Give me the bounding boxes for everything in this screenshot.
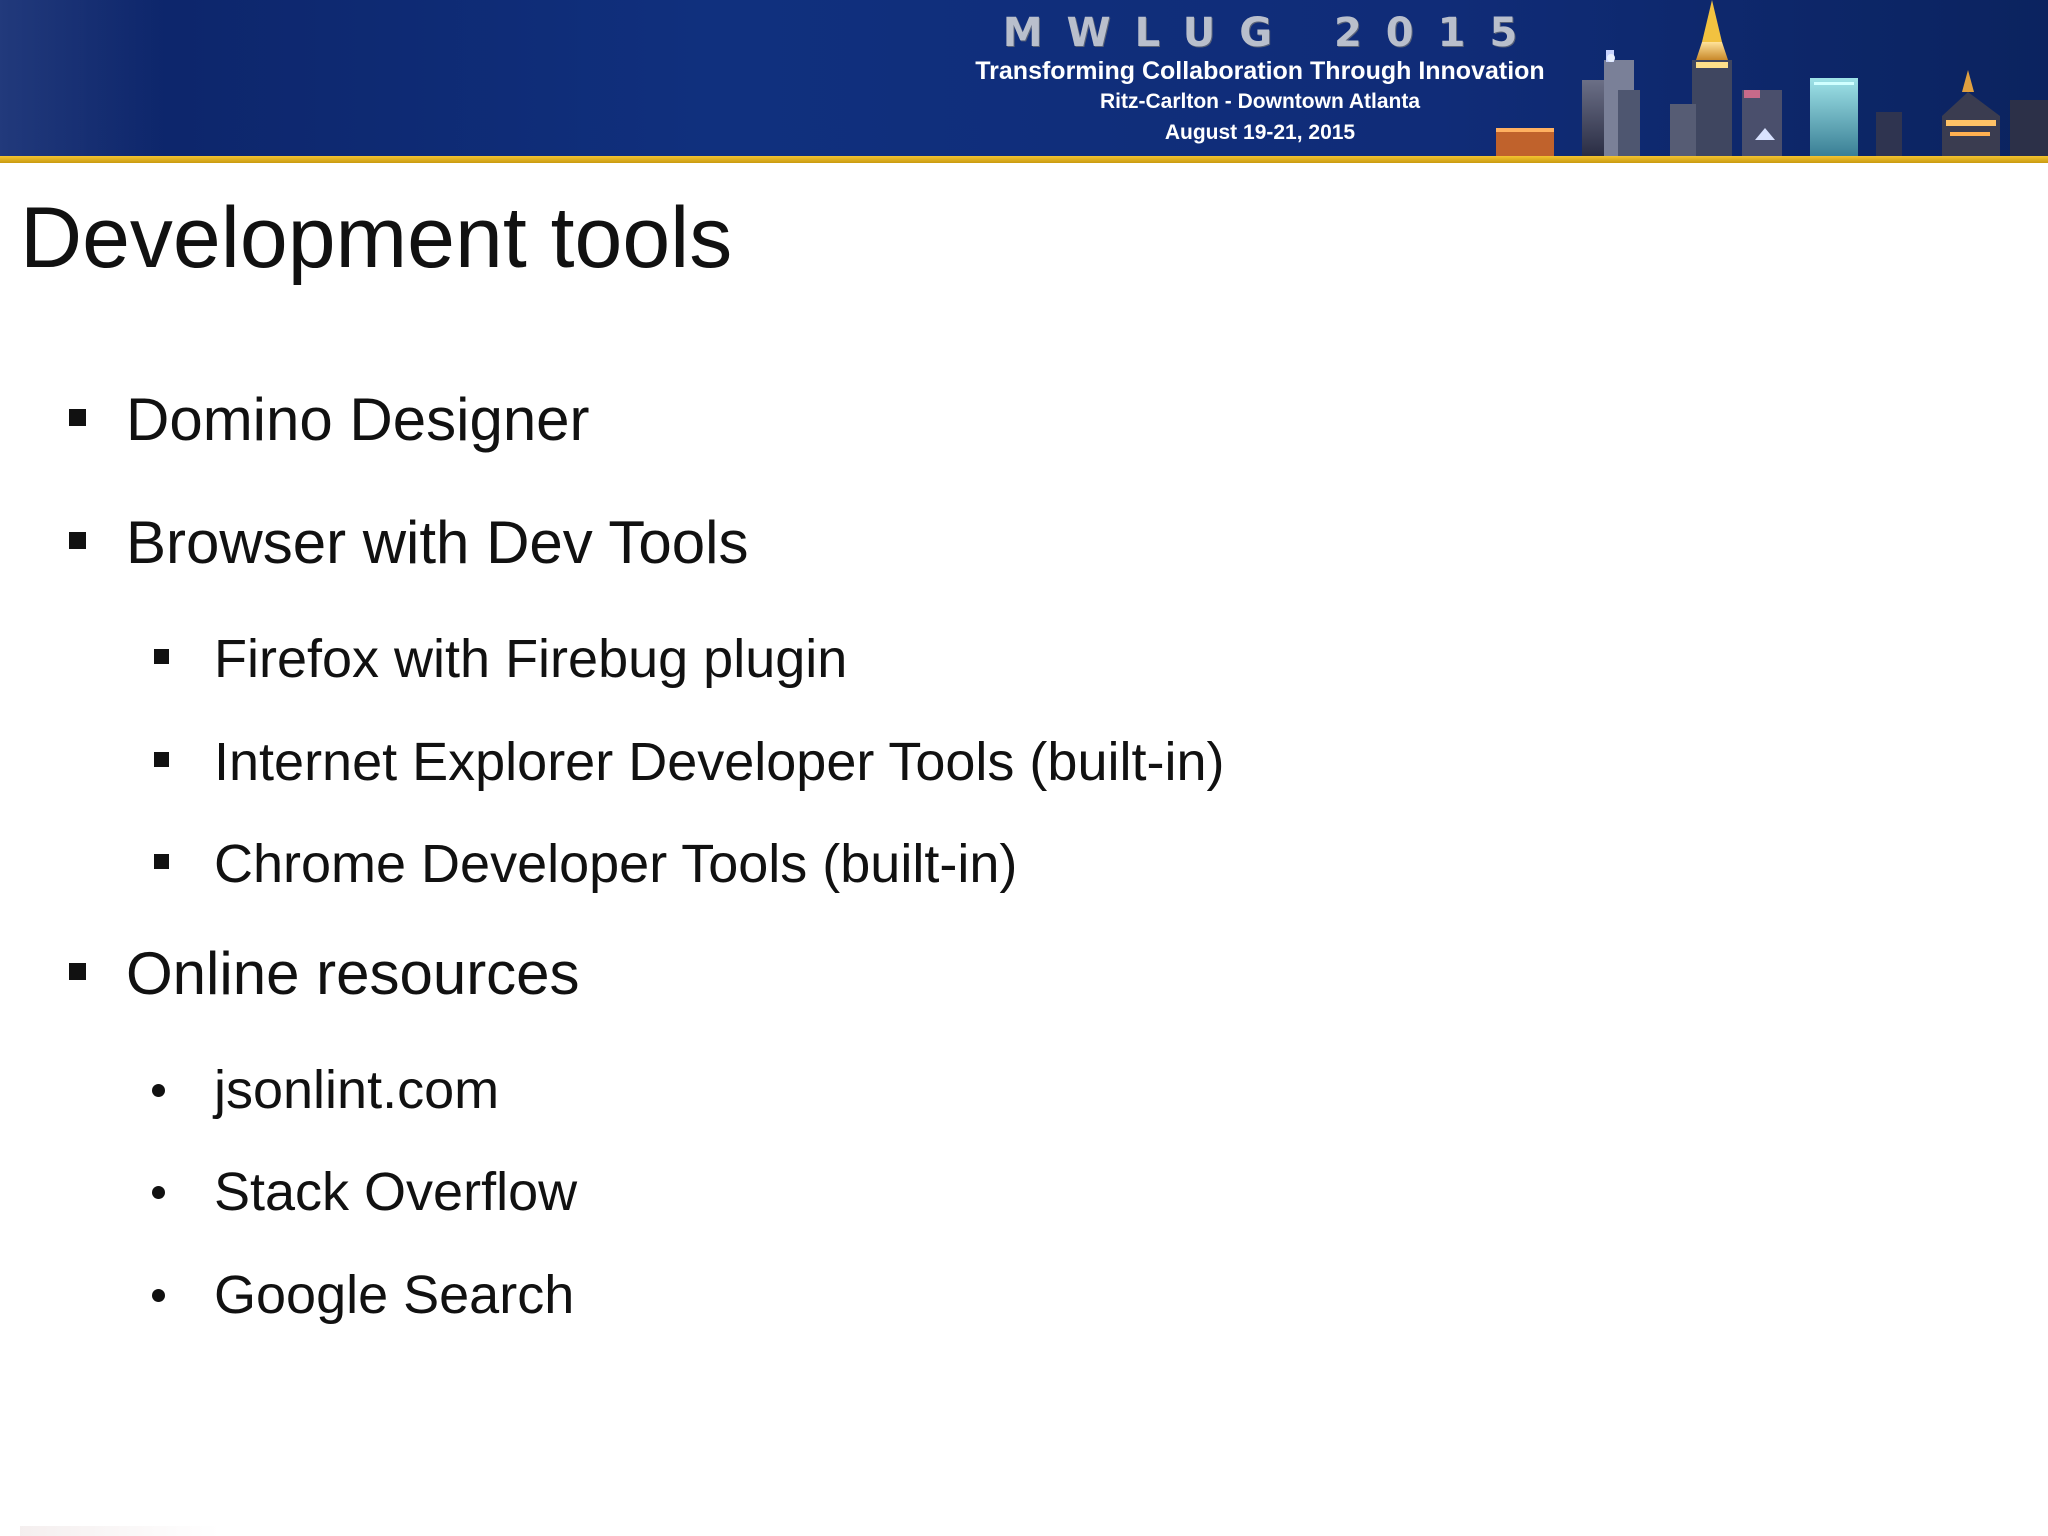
sub-bullet-item-firefox: Firefox with Firebug plugin [214,629,848,689]
bullet-item-domino-designer: Domino Designer [126,386,590,453]
square-bullet-marker [154,649,169,664]
bullet-list: Domino Designer Browser with Dev Tools F… [0,0,2048,1536]
square-bullet-marker [69,409,86,426]
sub-bullet-item-jsonlint: jsonlint.com [214,1060,500,1120]
sub-bullet-item-stack-overflow: Stack Overflow [214,1162,578,1222]
dot-bullet-marker [152,1289,165,1302]
slide: MWLUG 2015 Transforming Collaboration Th… [0,0,2048,1536]
bullet-item-online-resources: Online resources [126,940,580,1007]
square-bullet-marker [69,963,86,980]
square-bullet-marker [69,532,86,549]
bullet-item-browser-dev-tools: Browser with Dev Tools [126,509,749,576]
square-bullet-marker [154,854,169,869]
square-bullet-marker [154,752,169,767]
dot-bullet-marker [152,1084,165,1097]
sub-bullet-item-internet-explorer: Internet Explorer Developer Tools (built… [214,732,1225,792]
sub-bullet-item-chrome: Chrome Developer Tools (built-in) [214,834,1018,894]
sub-bullet-item-google-search: Google Search [214,1265,575,1325]
footer-fade [20,1526,220,1536]
dot-bullet-marker [152,1186,165,1199]
